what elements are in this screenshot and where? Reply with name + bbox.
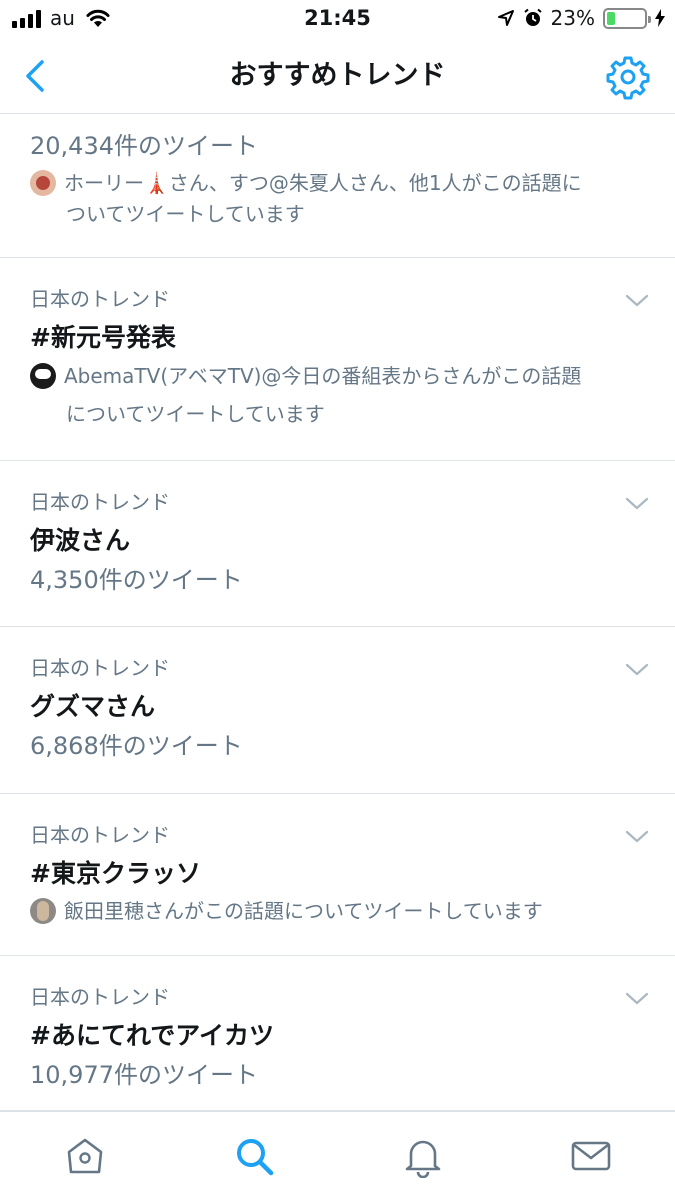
tweet-count: 10,977件のツイート — [30, 1061, 258, 1089]
trend-context: 日本のトレンド — [30, 490, 170, 514]
location-arrow-icon — [497, 10, 514, 26]
tweeted-by: 飯田里穂さんがこの話題についてツイートしています — [30, 896, 640, 926]
trend-item[interactable]: 日本のトレンド #東京クラッソ 飯田里穂さんがこの話題についてツイートしています — [0, 794, 675, 956]
tweeted-by-line2: についてツイートしています — [66, 402, 325, 426]
trend-item[interactable]: 日本のトレンド #新元号発表 AbemaTV(アベマTV)@今日の番組表からさん… — [0, 258, 675, 461]
trend-context: 日本のトレンド — [30, 656, 170, 680]
tweeted-by: AbemaTV(アベマTV)@今日の番組表からさんがこの話題 — [30, 361, 640, 391]
home-icon[interactable] — [63, 1134, 107, 1178]
trend-context: 日本のトレンド — [30, 823, 170, 847]
page-title: おすすめトレンド — [229, 60, 446, 91]
tweet-count: 6,868件のツイート — [30, 732, 243, 760]
tweeted-by: ホーリー🗼さん、すつ@朱夏人さん、他1人がこの話題に — [30, 168, 640, 198]
tweeted-by-line2: ついてツイートしています — [66, 202, 305, 226]
nav-bar: おすすめトレンド — [0, 40, 675, 114]
tweeted-by-text: さん、すつ@朱夏人さん、他1人がこの話題に — [168, 171, 582, 195]
status-bar: au 21:45 23% — [0, 0, 675, 38]
gear-icon[interactable] — [605, 54, 651, 100]
battery-tip — [648, 15, 651, 23]
avatar — [30, 170, 56, 196]
trend-item[interactable]: 20,434件のツイート ホーリー🗼さん、すつ@朱夏人さん、他1人がこの話題に … — [0, 115, 675, 258]
chevron-down-icon[interactable] — [625, 294, 649, 308]
trend-name: #新元号発表 — [30, 323, 176, 352]
avatar — [30, 363, 56, 389]
trend-name: グズマさん — [30, 692, 156, 721]
trend-name: 伊波さん — [30, 526, 131, 555]
avatar — [30, 898, 56, 924]
tweeted-by-text: AbemaTV(アベマTV)@今日の番組表からさんがこの話題 — [64, 364, 582, 388]
trend-list: 20,434件のツイート ホーリー🗼さん、すつ@朱夏人さん、他1人がこの話題に … — [0, 115, 675, 1111]
alarm-icon — [523, 8, 542, 26]
trend-name: #東京クラッソ — [30, 859, 201, 888]
search-icon[interactable] — [232, 1134, 276, 1178]
notifications-icon[interactable] — [401, 1134, 445, 1178]
chevron-down-icon[interactable] — [625, 830, 649, 844]
tokyo-tower-emoji: 🗼 — [144, 171, 169, 195]
trend-item[interactable]: 日本のトレンド 伊波さん 4,350件のツイート — [0, 461, 675, 627]
chevron-down-icon[interactable] — [625, 663, 649, 677]
charging-bolt-icon — [655, 9, 665, 27]
trend-name: #あにてれでアイカツ — [30, 1021, 274, 1050]
battery-level — [607, 11, 615, 25]
battery-icon — [603, 7, 651, 29]
tab-bar — [0, 1111, 675, 1200]
trend-context: 日本のトレンド — [30, 287, 170, 311]
chevron-down-icon[interactable] — [625, 992, 649, 1006]
tweeted-by-name: ホーリー — [64, 171, 144, 195]
tweeted-by-text: 飯田里穂さんがこの話題についてツイートしています — [64, 899, 543, 923]
battery-percent: 23% — [550, 6, 595, 30]
trend-item[interactable]: 日本のトレンド #あにてれでアイカツ 10,977件のツイート — [0, 956, 675, 1111]
tweet-count: 20,434件のツイート — [30, 132, 258, 160]
tweet-count: 4,350件のツイート — [30, 566, 243, 594]
trend-context: 日本のトレンド — [30, 985, 170, 1009]
chevron-down-icon[interactable] — [625, 497, 649, 511]
status-right: 23% — [497, 7, 665, 29]
messages-icon[interactable] — [569, 1134, 613, 1178]
trend-item[interactable]: 日本のトレンド グズマさん 6,868件のツイート — [0, 627, 675, 794]
